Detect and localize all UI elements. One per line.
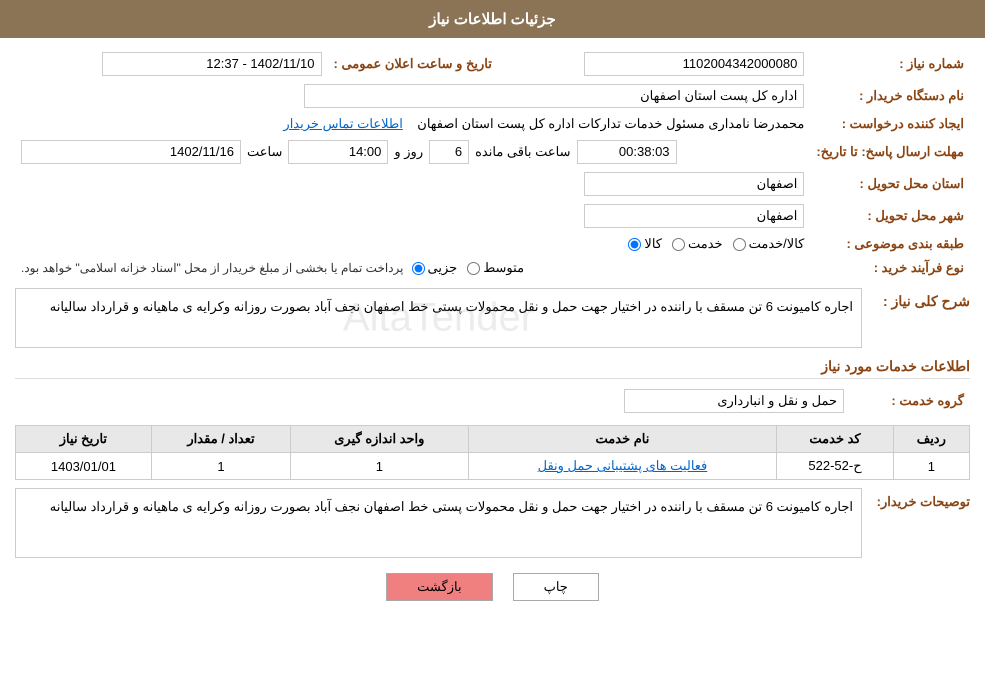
buyer-desc-box: اجاره کامیونت 6 تن مسقف با راننده در اخت…: [15, 488, 862, 558]
cell-date: 1403/01/01: [16, 453, 152, 480]
cell-name[interactable]: فعالیت های پشتیبانی حمل ونقل: [468, 453, 777, 480]
province-value: اصفهان: [15, 168, 810, 200]
cell-row: 1: [893, 453, 969, 480]
category-option-goods-service[interactable]: کالا/خدمت: [733, 236, 805, 252]
back-button[interactable]: بازگشت: [386, 573, 492, 601]
announce-input: 1402/11/10 - 12:37: [102, 52, 322, 76]
cell-quantity: 1: [151, 453, 290, 480]
announce-label: تاریخ و ساعت اعلان عمومی :: [328, 48, 498, 80]
buyer-org-label: نام دستگاه خریدار :: [810, 80, 970, 112]
group-input: حمل و نقل و انبارداری: [624, 389, 844, 413]
deadline-remain-label: ساعت باقی مانده: [475, 144, 570, 160]
buttons-row: چاپ بازگشت: [15, 573, 970, 601]
process-option-minor[interactable]: جزیی: [412, 260, 458, 276]
city-value: اصفهان: [15, 200, 810, 232]
buyer-org-input: اداره کل پست استان اصفهان: [304, 84, 804, 108]
category-option-goods[interactable]: کالا: [628, 236, 662, 252]
deadline-remain-input: 00:38:03: [577, 140, 677, 164]
service-table: ردیف کد خدمت نام خدمت واحد اندازه گیری ت…: [15, 425, 970, 480]
process-note: پرداخت تمام یا بخشی از مبلغ خریدار از مح…: [21, 261, 404, 275]
deadline-days-input: 6: [429, 140, 469, 164]
category-options: کالا/خدمت خدمت کالا: [15, 232, 810, 256]
deadline-label: مهلت ارسال پاسخ: تا تاریخ:: [810, 136, 970, 168]
need-number-value: 1102004342000080: [498, 48, 810, 80]
col-unit: واحد اندازه گیری: [291, 426, 468, 453]
info-table: شماره نیاز : 1102004342000080 تاریخ و سا…: [15, 48, 970, 280]
group-value: حمل و نقل و انبارداری: [15, 385, 850, 417]
category-label: طبقه بندی موضوعی :: [810, 232, 970, 256]
col-row: ردیف: [893, 426, 969, 453]
deadline-date-input: 1402/11/16: [21, 140, 241, 164]
cell-unit: 1: [291, 453, 468, 480]
deadline-time-input: 14:00: [288, 140, 388, 164]
description-title: شرح کلی نیاز :: [870, 288, 970, 313]
col-name: نام خدمت: [468, 426, 777, 453]
need-number-input: 1102004342000080: [584, 52, 804, 76]
category-option-service[interactable]: خدمت: [672, 236, 723, 252]
buyer-org-value: اداره کل پست استان اصفهان: [15, 80, 810, 112]
city-input: اصفهان: [584, 204, 804, 228]
process-row: پرداخت تمام یا بخشی از مبلغ خریدار از مح…: [15, 256, 810, 280]
city-label: شهر محل تحویل :: [810, 200, 970, 232]
province-input: اصفهان: [584, 172, 804, 196]
buyer-description-row: توصیحات خریدار: اجاره کامیونت 6 تن مسقف …: [15, 488, 970, 558]
col-code: کد خدمت: [777, 426, 893, 453]
page-title: جزئیات اطلاعات نیاز: [429, 11, 556, 28]
buyer-desc-label: توصیحات خریدار:: [870, 488, 970, 510]
deadline-time-label: ساعت: [247, 144, 282, 160]
col-qty: تعداد / مقدار: [151, 426, 290, 453]
province-label: استان محل تحویل :: [810, 168, 970, 200]
group-label: گروه خدمت :: [850, 385, 970, 417]
creator-value: محمدرضا نامداری مسئول خدمات تداركات ادار…: [15, 112, 810, 136]
description-box: اجاره کامیونت 6 تن مسقف با راننده در اخت…: [15, 288, 862, 348]
process-label: نوع فرآیند خرید :: [810, 256, 970, 280]
service-info-title: اطلاعات خدمات مورد نیاز: [15, 358, 970, 379]
creator-label: ایجاد کننده درخواست :: [810, 112, 970, 136]
process-option-medium[interactable]: متوسط: [467, 260, 524, 276]
deadline-row: 00:38:03 ساعت باقی مانده 6 روز و 14:00 س…: [15, 136, 810, 168]
creator-contact-link[interactable]: اطلاعات تماس خریدار: [283, 116, 402, 131]
cell-code: ح-52-522: [777, 453, 893, 480]
deadline-day-label: روز و: [394, 144, 423, 160]
col-date: تاریخ نیاز: [16, 426, 152, 453]
page-header: جزئیات اطلاعات نیاز: [0, 0, 985, 38]
service-group-table: گروه خدمت : حمل و نقل و انبارداری: [15, 385, 970, 417]
table-row: 1 ح-52-522 فعالیت های پشتیبانی حمل ونقل …: [16, 453, 970, 480]
print-button[interactable]: چاپ: [513, 573, 599, 601]
need-number-label: شماره نیاز :: [810, 48, 970, 80]
announce-value: 1402/11/10 - 12:37: [15, 48, 328, 80]
